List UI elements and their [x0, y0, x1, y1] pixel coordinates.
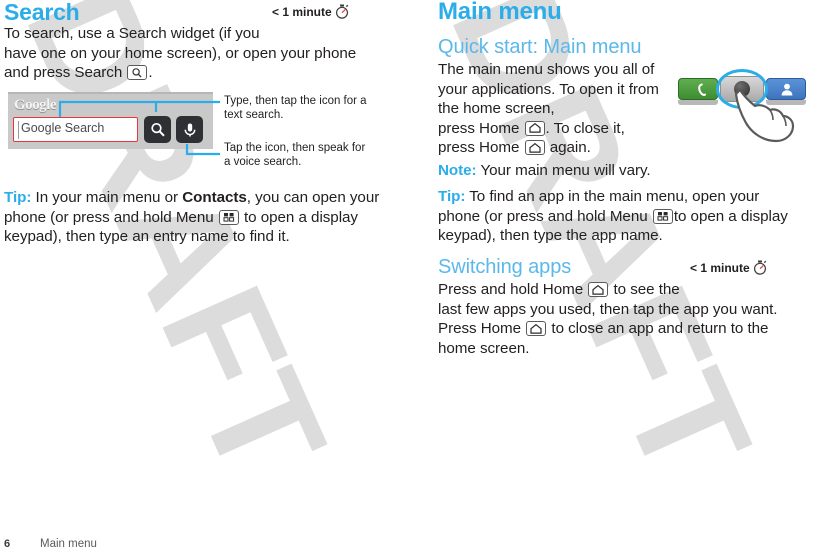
tip-contacts-bold: Contacts [182, 189, 247, 206]
mm-tip-label: Tip: [438, 188, 466, 205]
callout-voice-search: Tap the icon, then speak for a voice sea… [224, 141, 388, 169]
callout-voice-line2: a voice search. [224, 156, 302, 168]
menu-key-icon [218, 209, 239, 225]
mm-tip-line2-after: to open a display [673, 207, 788, 225]
mm-line4-after: . To close it, [545, 119, 625, 137]
mm-line2: your applications. To open it from [438, 80, 659, 98]
page-title-main-menu: Main menu [438, 0, 562, 25]
search-intro-line2: have one on your home screen), or open y… [4, 44, 357, 62]
tip-line3: keypad), then type an entry name to find… [4, 228, 290, 245]
tip-part1: In your main menu or [31, 189, 183, 206]
callout-text-search-line2: text search. [224, 109, 284, 121]
phone-buttons-figure [678, 66, 808, 146]
google-search-widget-figure: Google Google Search Type, then tap the … [8, 88, 388, 168]
mm-tip-line3: keypad), then type the app name. [438, 227, 663, 244]
note-text: Your main menu will vary. [476, 162, 651, 179]
tip-line2-before: phone (or press and hold Menu [4, 208, 214, 226]
mm-tip-part1: To find an app in the main menu, open yo… [465, 188, 760, 205]
search-key-icon [127, 65, 148, 80]
mm-tip-line2-before: phone (or press and hold Menu [438, 207, 648, 225]
note-label: Note: [438, 162, 477, 179]
tip-line2-after: to open a display [243, 208, 358, 226]
page-number: 6 [4, 538, 11, 550]
manual-page: Search < 1 minute To search, use a Searc… [0, 0, 814, 556]
time-badge-search-label: < 1 minute [272, 4, 332, 19]
footer-section-title: Main menu [40, 538, 97, 550]
home-key-icon-2 [524, 140, 545, 155]
switching-apps-paragraph: Press and hold Home to see the last few … [438, 280, 814, 358]
call-icon [698, 83, 707, 96]
subheading-switching-apps: Switching apps [438, 256, 572, 278]
hand-pointer-icon [734, 88, 795, 143]
sw-line3-before: Press Home [438, 320, 522, 337]
tip-label: Tip: [4, 189, 32, 206]
time-badge-search: < 1 minute [272, 4, 349, 19]
home-key-icon-4 [526, 321, 547, 336]
search-intro-line3-after: . [148, 64, 153, 81]
mm-line1: The main menu shows you all of [438, 61, 655, 78]
stopwatch-icon-2 [753, 260, 767, 275]
main-menu-body-paragraph: The main menu shows you all of your appl… [438, 60, 678, 158]
mm-line5-after: again. [549, 139, 591, 156]
stopwatch-icon [335, 4, 349, 19]
sw-line4: home screen. [438, 339, 530, 357]
home-key-icon-1 [524, 120, 545, 136]
page-title-search: Search [4, 0, 80, 25]
home-key-icon-3 [588, 282, 609, 297]
subheading-quick-start: Quick start: Main menu [438, 36, 642, 58]
search-tip-paragraph: Tip: In your main menu or Contacts, you … [4, 188, 396, 247]
search-intro-line3-before: and press Search [4, 64, 123, 81]
mm-line5-before: press Home [438, 139, 520, 156]
search-intro-paragraph: To search, use a Search widget (if you h… [4, 24, 396, 83]
menu-key-icon-2 [652, 208, 673, 224]
mm-line3: the home screen, [438, 100, 555, 117]
callout-text-search-line1: Type, then tap the icon for a [224, 95, 367, 107]
time-badge-switching-label: < 1 minute [690, 260, 750, 275]
sw-line3-after: to close an app and return to the [551, 320, 769, 337]
sw-line2: last few apps you used, then tap the app… [438, 300, 778, 318]
callout-voice-line1: Tap the icon, then speak for [224, 142, 366, 154]
time-badge-switching: < 1 minute [690, 260, 767, 275]
sw-line1-before: Press and hold Home [438, 281, 584, 298]
mm-line4-before: press Home [438, 119, 520, 137]
callout-text-search: Type, then tap the icon for a text searc… [224, 94, 388, 122]
note-paragraph: Note: Your main menu will vary. [438, 161, 808, 181]
call-button[interactable] [678, 78, 718, 100]
search-intro-line1: To search, use a Search widget (if you [4, 25, 260, 42]
tip-part2: , you can open your [246, 189, 380, 206]
main-menu-tip-paragraph: Tip: To find an app in the main menu, op… [438, 187, 814, 246]
sw-line1-after: to see the [613, 281, 680, 298]
